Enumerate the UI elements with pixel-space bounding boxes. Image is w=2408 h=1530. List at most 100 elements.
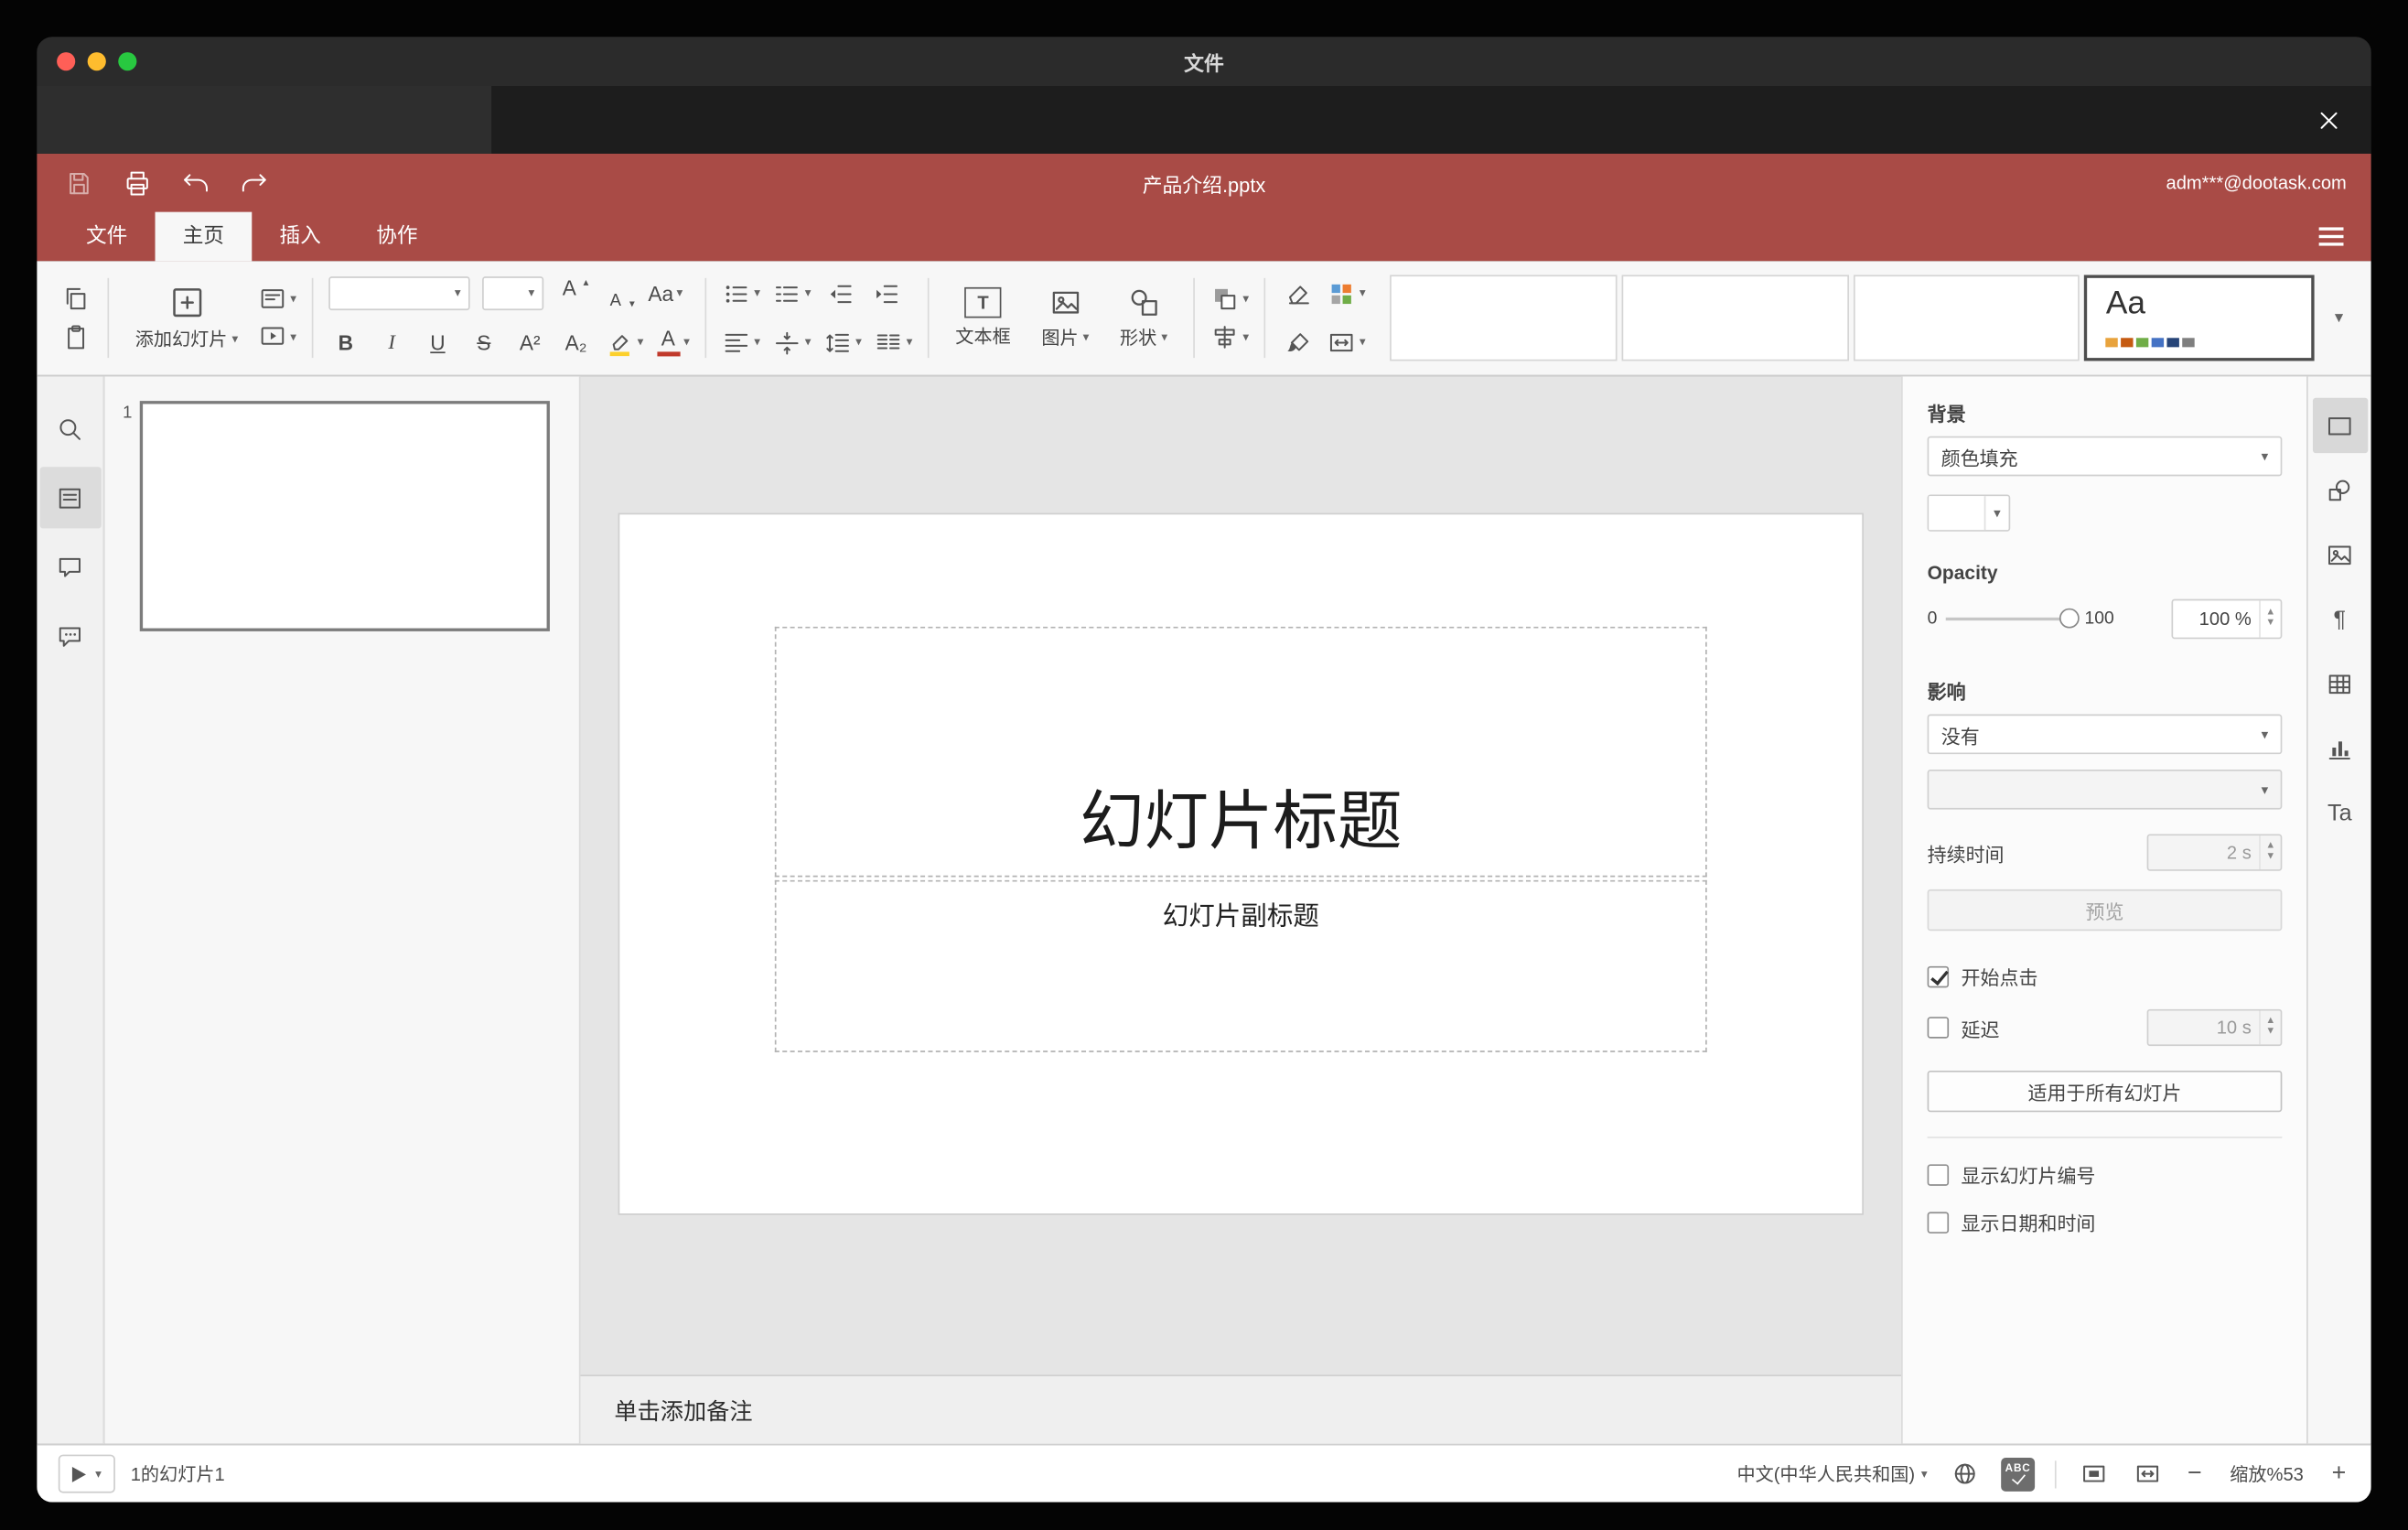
shape-settings-button[interactable] — [2312, 462, 2367, 517]
spellcheck-button[interactable]: ABC — [2001, 1457, 2036, 1492]
menu-icon[interactable] — [2318, 227, 2344, 246]
font-color-button[interactable]: A ▾ — [656, 326, 690, 360]
traffic-minimize-button[interactable] — [87, 52, 106, 71]
undo-button[interactable] — [178, 166, 212, 199]
align-shapes-button[interactable]: ▾ — [1210, 320, 1249, 354]
paragraph-settings-button[interactable]: ¶ — [2312, 591, 2367, 646]
strikethrough-button[interactable]: S — [467, 326, 500, 360]
subscript-button[interactable]: A₂ — [559, 326, 593, 360]
zoom-out-button[interactable]: − — [2184, 1460, 2206, 1487]
duration-spinner[interactable]: 2 s ▲ ▼ — [2146, 834, 2283, 871]
preview-button[interactable]: 预览 — [1927, 889, 2283, 932]
slide-subtitle-text: 幻灯片副标题 — [1162, 901, 1319, 932]
show-slide-number-checkbox[interactable] — [1927, 1163, 1950, 1186]
spinner-down-icon[interactable]: ▼ — [2265, 619, 2275, 630]
editor-header-top-row: 产品介绍.pptx adm***@dootask.com — [37, 154, 2370, 212]
document-language-button[interactable] — [1947, 1457, 1981, 1491]
background-color-picker[interactable]: ▾ — [1927, 494, 2011, 532]
traffic-zoom-button[interactable] — [118, 52, 137, 71]
copy-button[interactable] — [59, 282, 92, 316]
slide-size-button[interactable]: ▾ — [1328, 326, 1366, 360]
change-case-button[interactable]: Aa ▾ — [648, 276, 683, 310]
editor-header-tabs-row: 文件 主页 插入 协作 — [37, 211, 2370, 262]
highlight-color-button[interactable]: ▾ — [605, 326, 643, 360]
save-button[interactable] — [61, 166, 95, 199]
vertical-align-button[interactable]: ▾ — [772, 326, 811, 360]
title-placeholder[interactable]: 幻灯片标题 — [774, 626, 1707, 878]
start-slideshow-statusbar-button[interactable]: ▾ — [58, 1454, 115, 1493]
clear-style-button[interactable] — [1281, 276, 1315, 310]
tab-file[interactable]: 文件 — [59, 212, 156, 262]
tab-home[interactable]: 主页 — [155, 211, 253, 262]
italic-button[interactable]: I — [375, 326, 409, 360]
font-name-select[interactable]: ▾ — [328, 276, 470, 311]
theme-tile-blank-3[interactable] — [1853, 275, 2080, 361]
paste-button[interactable] — [59, 320, 92, 354]
chart-settings-button[interactable] — [2312, 720, 2367, 775]
start-on-click-checkbox[interactable] — [1927, 964, 1950, 987]
decrease-font-button[interactable]: A ▾ — [602, 276, 636, 310]
insert-shape-button[interactable]: 形状 ▾ — [1109, 286, 1178, 350]
slide-canvas[interactable]: 幻灯片标题 幻灯片副标题 — [619, 514, 1863, 1214]
delay-checkbox[interactable] — [1927, 1017, 1950, 1039]
redo-button[interactable] — [236, 166, 270, 199]
bold-button[interactable]: B — [328, 326, 362, 360]
zoom-in-button[interactable]: + — [2328, 1460, 2350, 1487]
arrange-shapes-button[interactable]: ▾ — [1210, 282, 1249, 316]
slide-layout-button[interactable]: ▾ — [258, 282, 296, 316]
comments-panel-button[interactable] — [39, 536, 101, 598]
apply-to-all-slides-button[interactable]: 适用于所有幻灯片 — [1927, 1070, 2283, 1113]
close-icon[interactable] — [2310, 102, 2347, 138]
add-slide-button[interactable]: 添加幻灯片 ▾ — [124, 285, 249, 352]
search-panel-button[interactable] — [39, 398, 101, 459]
theme-tile-blank-1[interactable] — [1390, 275, 1618, 361]
bullet-list-button[interactable]: ▾ — [722, 276, 760, 310]
columns-button[interactable]: ▾ — [874, 326, 912, 360]
copy-style-button[interactable] — [1281, 326, 1315, 360]
spinner-down-icon[interactable]: ▼ — [2265, 1027, 2275, 1039]
opacity-spinner[interactable]: 100 % ▲ ▼ — [2171, 598, 2283, 640]
tab-collaboration[interactable]: 协作 — [349, 212, 446, 262]
start-slideshow-button[interactable]: ▾ — [258, 320, 296, 354]
slide-workspace[interactable]: 幻灯片标题 幻灯片副标题 — [580, 376, 1901, 1374]
theme-gallery-expand-button[interactable]: ▾ — [2319, 275, 2360, 361]
subtitle-placeholder[interactable]: 幻灯片副标题 — [774, 879, 1707, 1052]
font-size-select[interactable]: ▾ — [482, 276, 544, 311]
opacity-slider[interactable] — [1946, 608, 2080, 629]
notes-area[interactable]: 单击添加备注 — [580, 1374, 1902, 1444]
window-subheader — [37, 85, 2371, 154]
slide-settings-button[interactable] — [2312, 397, 2368, 454]
increase-font-button[interactable]: A ▴ — [556, 276, 590, 310]
increase-indent-button[interactable] — [869, 276, 903, 310]
print-button[interactable] — [120, 166, 154, 199]
spinner-down-icon[interactable]: ▼ — [2265, 852, 2275, 864]
show-datetime-checkbox[interactable] — [1927, 1211, 1950, 1234]
feedback-panel-button[interactable] — [39, 605, 101, 666]
line-spacing-button[interactable]: ▾ — [823, 326, 862, 360]
slides-panel-button[interactable] — [38, 467, 101, 529]
fit-to-slide-button[interactable] — [2076, 1457, 2110, 1491]
theme-tile-blank-2[interactable] — [1621, 275, 1849, 361]
decrease-indent-button[interactable] — [823, 276, 857, 310]
numbered-list-button[interactable]: ▾ — [772, 276, 811, 310]
image-settings-button[interactable] — [2312, 527, 2367, 582]
theme-tile-selected[interactable]: Aa — [2084, 275, 2315, 361]
table-settings-button[interactable] — [2312, 656, 2367, 711]
effect-option-select[interactable]: ▾ — [1927, 769, 2283, 810]
insert-image-button[interactable]: 图片 ▾ — [1031, 286, 1101, 350]
background-fill-select[interactable]: 颜色填充 ▾ — [1927, 436, 2283, 477]
underline-button[interactable]: U — [421, 326, 455, 360]
tab-insert[interactable]: 插入 — [252, 212, 349, 262]
textart-settings-button[interactable]: Ta — [2312, 785, 2367, 840]
opacity-slider-knob[interactable] — [2059, 608, 2080, 629]
slide-thumbnail[interactable] — [139, 401, 550, 631]
fit-to-width-button[interactable] — [2130, 1457, 2164, 1491]
superscript-button[interactable]: A² — [513, 326, 547, 360]
horizontal-align-button[interactable]: ▾ — [722, 326, 760, 360]
traffic-close-button[interactable] — [57, 52, 76, 71]
color-scheme-button[interactable]: ▾ — [1328, 276, 1366, 310]
effect-select[interactable]: 没有 ▾ — [1927, 714, 2283, 755]
language-selector[interactable]: 中文(中华人民共和国) ▾ — [1736, 1460, 1927, 1487]
delay-spinner[interactable]: 10 s ▲ ▼ — [2146, 1008, 2283, 1047]
insert-textbox-button[interactable]: T 文本框 — [945, 286, 1022, 349]
